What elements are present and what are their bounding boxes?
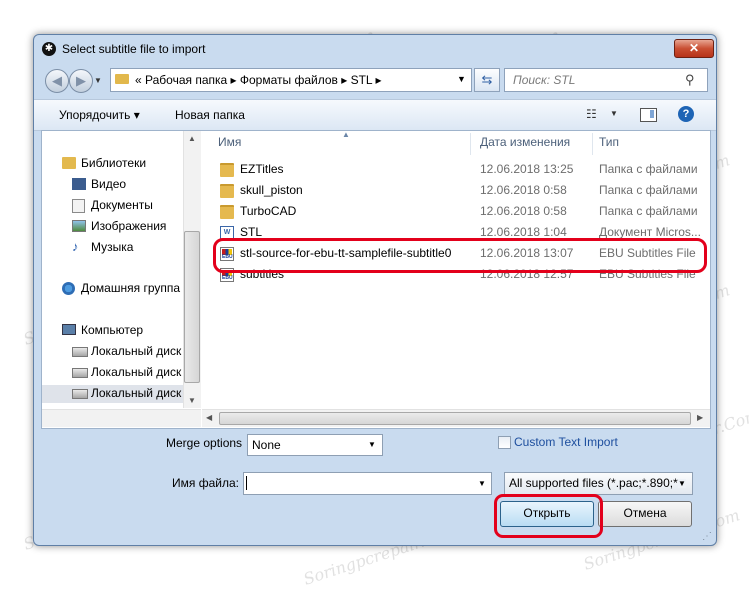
file-type-select[interactable]: All supported files (*.pac;*.890;* ▼: [504, 472, 693, 495]
search-input[interactable]: Поиск: STL ⚲: [504, 68, 708, 92]
new-folder-button[interactable]: Новая папка: [175, 108, 245, 122]
browser-pane: Библиотеки Видео Документы Изображения ♪…: [41, 130, 711, 429]
library-icon: [62, 157, 76, 169]
scroll-down-arrow-icon[interactable]: ▼: [188, 396, 196, 405]
breadcrumb[interactable]: « Рабочая папка ▸ Форматы файлов ▸ STL ▸: [135, 73, 382, 87]
history-dropdown-icon[interactable]: ▼: [94, 76, 102, 85]
view-options-icon[interactable]: ☷: [586, 107, 597, 121]
images-icon: [72, 220, 86, 232]
drive-icon: [72, 347, 88, 357]
file-dialog-window: ✱ Select subtitle file to import ✕ ◀ ▶ ▼…: [33, 34, 717, 546]
cancel-button[interactable]: Отмена: [598, 501, 692, 527]
scroll-up-arrow-icon[interactable]: ▲: [188, 134, 196, 143]
sort-arrow-icon: ▲: [342, 130, 350, 139]
sidebar-scroll-thumb[interactable]: [184, 231, 200, 383]
music-icon: ♪: [72, 239, 79, 254]
merge-options-select[interactable]: None ▼: [247, 434, 383, 456]
address-dropdown-icon[interactable]: ▼: [457, 74, 466, 84]
ebu-file-icon: EBU: [220, 247, 234, 261]
column-divider[interactable]: [470, 133, 471, 155]
navigation-bar: ◀ ▶ ▼ « Рабочая папка ▸ Форматы файлов ▸…: [34, 63, 716, 99]
merge-options-value: None: [252, 438, 281, 452]
title-bar[interactable]: ✱ Select subtitle file to import ✕: [34, 35, 716, 63]
folder-icon: [220, 163, 234, 177]
column-divider[interactable]: [592, 133, 593, 155]
close-button[interactable]: ✕: [674, 39, 714, 58]
column-header-name[interactable]: Имя: [218, 135, 241, 149]
video-icon: [72, 178, 86, 190]
address-bar[interactable]: « Рабочая папка ▸ Форматы файлов ▸ STL ▸…: [110, 68, 472, 92]
scroll-left-arrow-icon[interactable]: ◀: [206, 413, 212, 422]
file-type-value: All supported files (*.pac;*.890;*: [509, 476, 678, 490]
preview-pane-icon[interactable]: [640, 108, 657, 122]
chevron-down-icon[interactable]: ▼: [478, 479, 486, 488]
folder-icon: [220, 205, 234, 219]
file-row[interactable]: skull_piston 12.06.2018 0:58 Папка с фай…: [202, 180, 710, 201]
search-placeholder: Поиск: STL: [513, 73, 576, 87]
sidebar-item-local-disk-3[interactable]: Локальный диск: [42, 385, 183, 403]
sidebar-horizontal-scrollbar[interactable]: [42, 409, 201, 427]
file-name-label: Имя файла:: [172, 476, 239, 490]
file-row[interactable]: EBU subtitles 12.06.2018 12:57 EBU Subti…: [202, 264, 710, 285]
scroll-right-arrow-icon[interactable]: ▶: [697, 413, 703, 422]
word-document-icon: W: [220, 226, 234, 240]
merge-options-label: Merge options: [166, 436, 243, 450]
resize-grip-icon[interactable]: ⋰: [702, 531, 712, 542]
file-row[interactable]: EZTitles 12.06.2018 13:25 Папка с файлам…: [202, 159, 710, 180]
forward-button[interactable]: ▶: [69, 69, 93, 93]
drive-icon: [72, 389, 88, 399]
homegroup-icon: [62, 282, 75, 295]
file-row[interactable]: W STL 12.06.2018 1:04 Документ Micros...: [202, 222, 710, 243]
chevron-down-icon[interactable]: ▼: [368, 440, 376, 449]
column-header-type[interactable]: Тип: [599, 135, 619, 149]
custom-text-import-checkbox[interactable]: [498, 436, 511, 449]
file-row[interactable]: TurboCAD 12.06.2018 0:58 Папка с файлами: [202, 201, 710, 222]
file-name-input[interactable]: ▼: [243, 472, 492, 495]
column-header-date[interactable]: Дата изменения: [480, 135, 570, 149]
navigation-pane: Библиотеки Видео Документы Изображения ♪…: [42, 131, 192, 408]
ebu-file-icon: EBU: [220, 268, 234, 282]
view-dropdown-icon[interactable]: ▼: [610, 109, 618, 118]
organize-button[interactable]: Упорядочить ▾: [59, 108, 140, 122]
back-button[interactable]: ◀: [45, 69, 69, 93]
drive-icon: [72, 368, 88, 378]
app-icon: ✱: [42, 42, 56, 56]
command-toolbar: Упорядочить ▾ Новая папка ☷ ▼ ?: [34, 99, 716, 131]
text-caret: [246, 476, 247, 490]
computer-icon: [62, 324, 76, 335]
folder-icon: [220, 184, 234, 198]
refresh-icon[interactable]: ⇆: [474, 68, 500, 92]
documents-icon: [72, 199, 85, 213]
file-list-scroll-thumb[interactable]: [219, 412, 691, 425]
file-row-selected-target[interactable]: EBU stl-source-for-ebu-tt-samplefile-sub…: [202, 243, 710, 264]
window-title: Select subtitle file to import: [62, 42, 206, 56]
custom-text-import-label[interactable]: Custom Text Import: [514, 435, 618, 449]
folder-icon: [115, 74, 129, 84]
help-icon[interactable]: ?: [678, 106, 694, 122]
open-button[interactable]: Открыть: [500, 501, 594, 527]
chevron-down-icon[interactable]: ▼: [678, 479, 686, 488]
file-list: ▲ Имя Дата изменения Тип EZTitles 12.06.…: [202, 131, 710, 408]
search-icon[interactable]: ⚲: [685, 72, 695, 88]
